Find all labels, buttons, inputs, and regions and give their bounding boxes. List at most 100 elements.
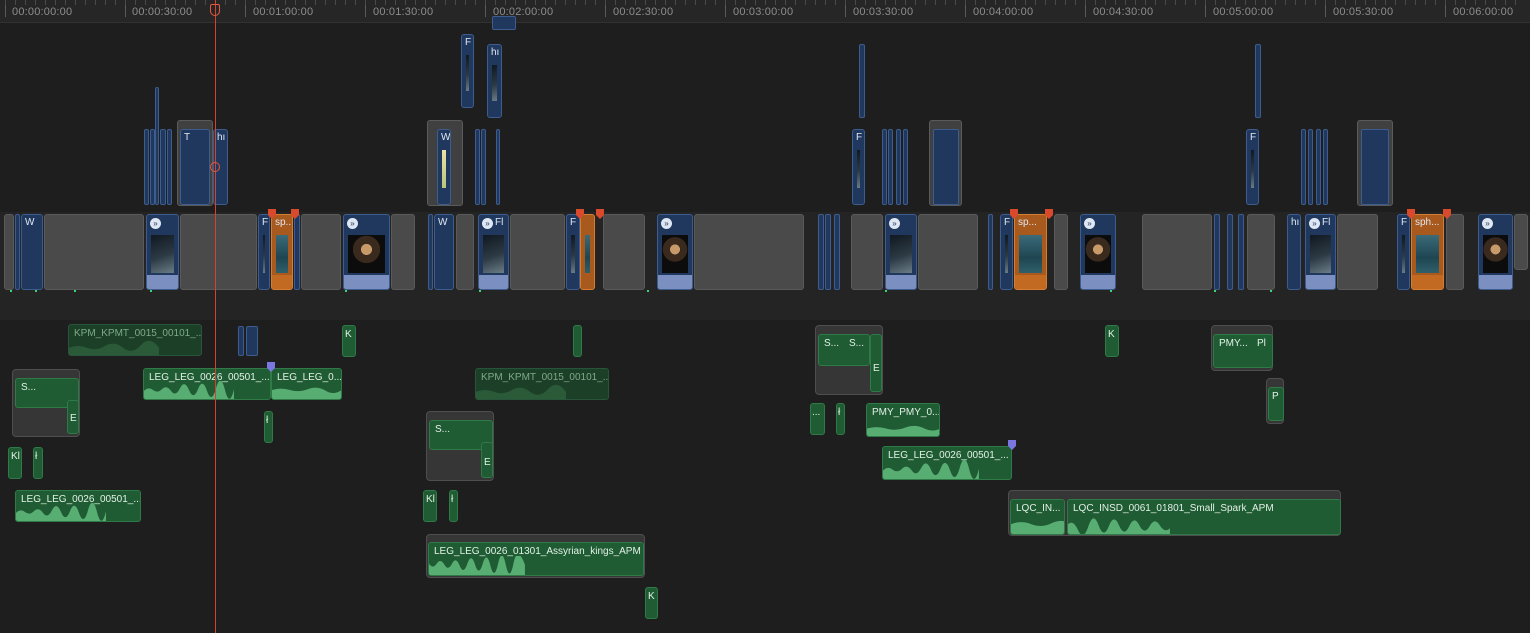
connected-video-clip[interactable]: F: [852, 129, 865, 205]
timeline-ruler[interactable]: 00:00:00:00 00:00:30:00 00:01:00:00 00:0…: [0, 0, 1530, 23]
audio-clip[interactable]: PMY_PMY_0...: [866, 403, 940, 437]
gap-clip[interactable]: [510, 214, 565, 290]
gap-clip[interactable]: [44, 214, 144, 290]
storyline-clip[interactable]: [1214, 214, 1220, 290]
storyline-clip[interactable]: F: [1000, 214, 1013, 290]
connected-video-clip[interactable]: [160, 129, 166, 205]
audio-clip[interactable]: LEG_LEG_0026_00501_...: [882, 446, 1012, 480]
audio-clip[interactable]: ...: [810, 403, 825, 435]
audio-clip[interactable]: P: [1268, 387, 1284, 421]
gap-clip[interactable]: [1514, 214, 1528, 270]
gap-clip[interactable]: [851, 214, 883, 290]
storyline-clip[interactable]: F: [1397, 214, 1410, 290]
connected-video-clip[interactable]: F: [461, 34, 474, 108]
audio-clip[interactable]: PMY... Pl: [1213, 334, 1273, 368]
storyline-clip[interactable]: »: [343, 214, 390, 290]
audio-clip[interactable]: K: [1105, 325, 1119, 357]
storyline-clip[interactable]: [294, 214, 300, 290]
storyline-clip[interactable]: F: [258, 214, 270, 290]
audio-compound[interactable]: LEG_LEG_0026_01301_Assyrian_kings_APM: [426, 534, 645, 578]
audio-compound[interactable]: PMY... Pl: [1211, 325, 1273, 371]
gap-clip[interactable]: [1446, 214, 1464, 290]
timeline-area[interactable]: F hı T hı W F F W » F sp... » W » Fl F »…: [0, 16, 1530, 633]
connected-video-clip[interactable]: hı: [487, 44, 502, 118]
audio-clip[interactable]: KPM_KPMT_0015_00101_...: [475, 368, 609, 400]
gap-clip[interactable]: [4, 214, 14, 290]
audio-clip[interactable]: K: [342, 325, 356, 357]
compound-clip[interactable]: W: [427, 120, 463, 206]
audio-clip[interactable]: E: [481, 442, 493, 478]
gap-clip[interactable]: [694, 214, 804, 290]
audio-compound[interactable]: S... E: [12, 369, 80, 437]
storyline-clip[interactable]: »: [657, 214, 693, 290]
connected-video-clip[interactable]: [246, 326, 258, 356]
audio-compound[interactable]: S... E: [426, 411, 494, 481]
audio-clip[interactable]: LQC_INSD_0061_01801_Small_Spark_APM: [1067, 499, 1341, 535]
audio-clip[interactable]: S... S...: [818, 334, 870, 366]
storyline-clip[interactable]: [15, 214, 20, 290]
storyline-clip[interactable]: hı: [1287, 214, 1301, 290]
audio-clip[interactable]: LEG_LEG_0...: [271, 368, 342, 400]
connected-video-clip[interactable]: [144, 129, 149, 205]
title-clip[interactable]: sp...: [271, 214, 293, 290]
audio-compound[interactable]: P: [1266, 378, 1284, 424]
connected-video-clip[interactable]: [496, 129, 500, 205]
audio-clip[interactable]: [573, 325, 582, 357]
connected-video-clip[interactable]: [155, 87, 159, 205]
gap-clip[interactable]: [391, 214, 415, 290]
connected-video-clip[interactable]: [1301, 129, 1306, 205]
gap-clip[interactable]: [1054, 214, 1068, 290]
connected-video-clip[interactable]: [150, 129, 155, 205]
compound-clip[interactable]: [929, 120, 962, 206]
storyline-clip[interactable]: [834, 214, 840, 290]
connected-video-clip[interactable]: [1323, 129, 1328, 205]
gap-clip[interactable]: [1142, 214, 1212, 290]
audio-clip[interactable]: E: [67, 400, 79, 434]
storyline-clip[interactable]: » Fl: [478, 214, 509, 290]
playhead-handle[interactable]: [210, 4, 220, 16]
connected-video-clip[interactable]: [1308, 129, 1313, 205]
connected-video-clip[interactable]: [896, 129, 901, 205]
storyline-clip[interactable]: [1227, 214, 1233, 290]
storyline-clip[interactable]: [818, 214, 824, 290]
audio-clip[interactable]: LEG_LEG_0026_00501_...: [143, 368, 271, 400]
audio-clip[interactable]: ł: [33, 447, 43, 479]
audio-clip[interactable]: ł: [264, 411, 273, 443]
audio-clip[interactable]: LQC_IN...: [1010, 499, 1065, 535]
playhead[interactable]: [215, 0, 216, 633]
audio-clip[interactable]: LEG_LEG_0026_00501_...: [15, 490, 141, 522]
audio-clip[interactable]: Kl: [423, 490, 437, 522]
audio-compound[interactable]: S... S... E: [815, 325, 883, 395]
compound-clip[interactable]: T: [177, 120, 213, 206]
connected-video-clip[interactable]: [1316, 129, 1321, 205]
connected-video-clip[interactable]: [903, 129, 908, 205]
gap-clip[interactable]: [456, 214, 474, 290]
storyline-clip[interactable]: » Fl: [1305, 214, 1336, 290]
gap-clip[interactable]: [1247, 214, 1275, 290]
storyline-clip[interactable]: W: [434, 214, 454, 290]
connected-video-clip[interactable]: F: [1246, 129, 1259, 205]
storyline-clip[interactable]: [428, 214, 433, 290]
gap-clip[interactable]: [918, 214, 978, 290]
storyline-clip[interactable]: »: [146, 214, 179, 290]
gap-clip[interactable]: [603, 214, 645, 290]
audio-clip[interactable]: Kl: [8, 447, 22, 479]
audio-clip[interactable]: K: [645, 587, 658, 619]
title-clip[interactable]: sph...: [1411, 214, 1444, 290]
connected-video-clip[interactable]: [933, 129, 959, 205]
connected-video-clip[interactable]: [1255, 44, 1261, 118]
audio-clip[interactable]: KPM_KPMT_0015_00101_...: [68, 324, 202, 356]
connected-video-clip[interactable]: [1361, 129, 1389, 205]
connected-video-clip[interactable]: [167, 129, 172, 205]
audio-clip[interactable]: ł: [449, 490, 458, 522]
gap-clip[interactable]: [301, 214, 341, 290]
storyline-clip[interactable]: »: [1080, 214, 1116, 290]
connected-video-clip[interactable]: [882, 129, 887, 205]
gap-clip[interactable]: [1337, 214, 1378, 290]
storyline-clip[interactable]: W: [21, 214, 43, 290]
storyline-clip[interactable]: »: [885, 214, 917, 290]
compound-clip[interactable]: [1357, 120, 1393, 206]
connected-video-clip[interactable]: [238, 326, 244, 356]
audio-clip[interactable]: E: [870, 334, 882, 392]
storyline-clip[interactable]: [825, 214, 831, 290]
